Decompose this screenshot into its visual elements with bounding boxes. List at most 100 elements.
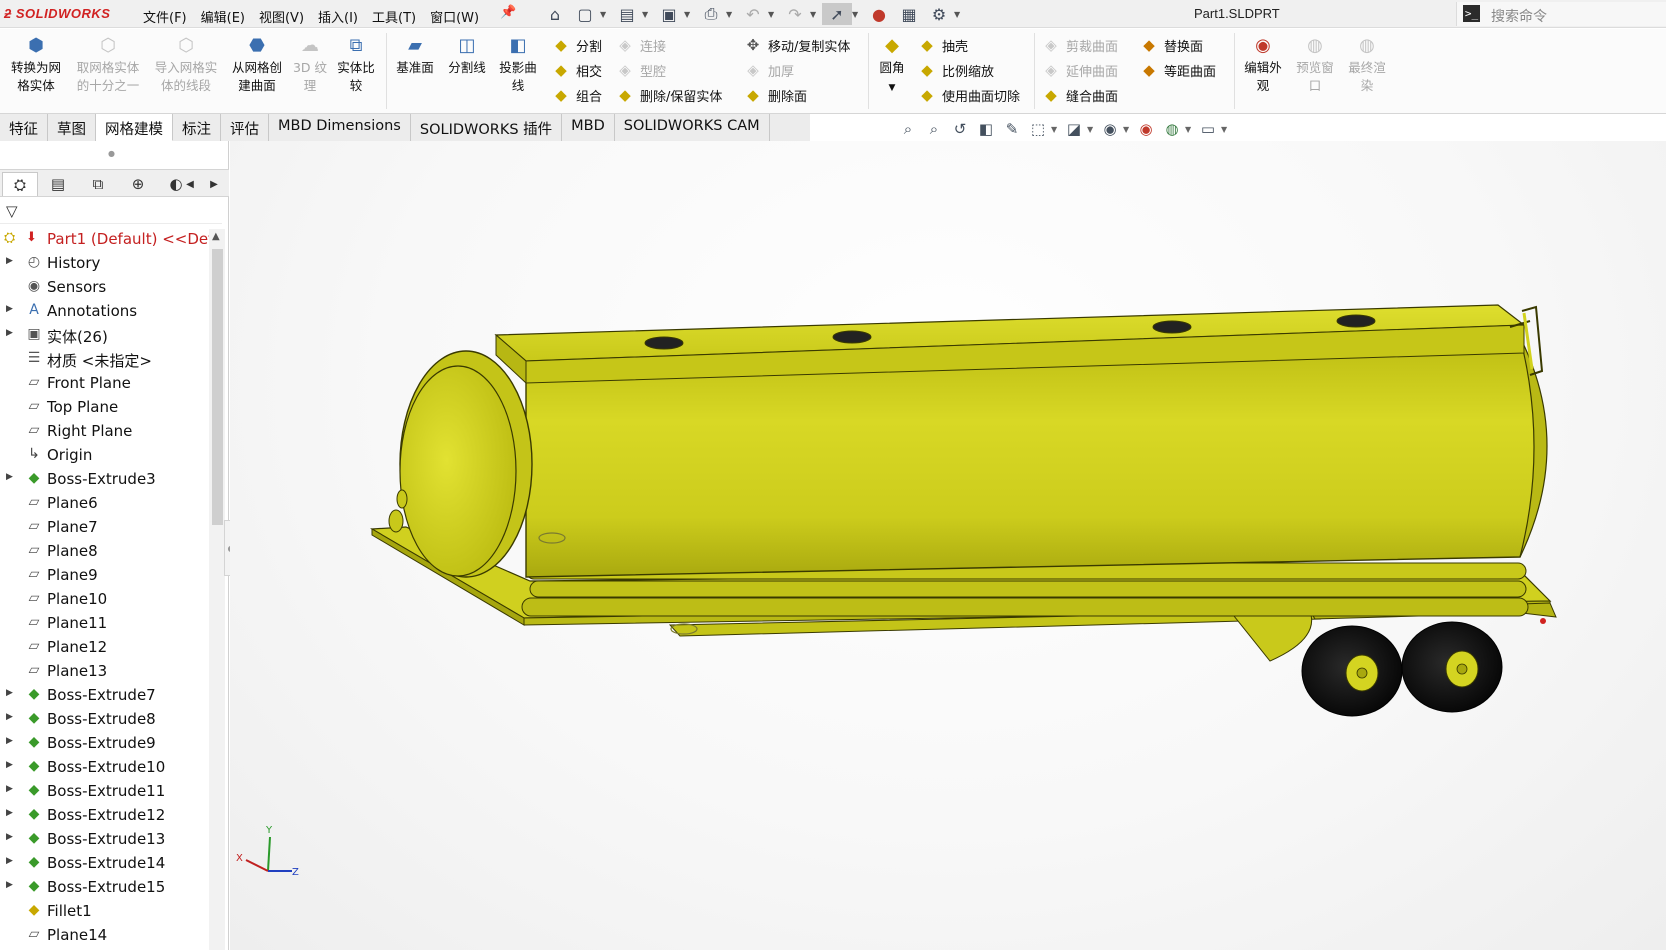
tree-item[interactable]: ◆ Fillet1 xyxy=(0,900,210,924)
display-style-dropdown-icon[interactable]: ▼ xyxy=(1087,118,1097,140)
extend-surface-button[interactable]: ◈ 延伸曲面 xyxy=(1040,59,1118,81)
decimate-mesh-body-button[interactable]: ⬡ 取网格实体 的十分之一 xyxy=(70,29,146,95)
tree-item[interactable]: ☰ 材质 <未指定> xyxy=(0,348,210,372)
select-cursor-icon[interactable]: ➚ xyxy=(822,3,852,25)
options-gear-icon[interactable]: ⚙ xyxy=(924,3,954,25)
open-folder-icon[interactable]: ▤ xyxy=(612,3,642,25)
apply-scene-icon[interactable]: ◍ xyxy=(1159,118,1185,140)
tab-sketch[interactable]: 草图 xyxy=(48,114,96,141)
expand-arrow-icon[interactable]: ▶ xyxy=(6,712,13,722)
new-document-icon[interactable]: ▢ xyxy=(570,3,600,25)
view-settings-dropdown-icon[interactable]: ▼ xyxy=(1221,118,1231,140)
property-manager-tab-icon[interactable]: ▤ xyxy=(40,172,76,196)
scroll-up-icon[interactable]: ▲ xyxy=(212,231,220,242)
replace-face-button[interactable]: ◆ 替换面 xyxy=(1138,34,1203,56)
graphics-viewport[interactable]: Y X Z xyxy=(230,141,1666,950)
home-icon[interactable]: ⌂ xyxy=(540,3,570,25)
expand-arrow-icon[interactable]: ▶ xyxy=(6,472,13,482)
tree-item[interactable]: ▱ Plane12 xyxy=(0,636,210,660)
final-render-button[interactable]: ◍ 最终渲染 xyxy=(1342,29,1392,95)
tree-item[interactable]: ▶ ◴ History xyxy=(0,252,210,276)
tree-item[interactable]: ▱ Plane14 xyxy=(0,924,210,948)
combine-button[interactable]: ◆ 组合 xyxy=(550,84,602,106)
previous-view-icon[interactable]: ↺ xyxy=(947,118,973,140)
tab-mbd-dimensions[interactable]: MBD Dimensions xyxy=(269,114,411,141)
expand-arrow-icon[interactable]: ▶ xyxy=(6,256,13,266)
view-orientation-dropdown-icon[interactable]: ▼ xyxy=(1051,118,1061,140)
tree-item[interactable]: ▱ Plane13 xyxy=(0,660,210,684)
hide-show-dropdown-icon[interactable]: ▼ xyxy=(1123,118,1133,140)
tree-item[interactable]: ◉ Sensors xyxy=(0,276,210,300)
expand-arrow-icon[interactable]: ▶ xyxy=(6,736,13,746)
file-properties-icon[interactable]: ▦ xyxy=(894,3,924,25)
dimxpert-manager-tab-icon[interactable]: ⊕ xyxy=(120,172,156,196)
tree-item[interactable]: ▱ Plane7 xyxy=(0,516,210,540)
tree-item[interactable]: ▶ ◆ Boss-Extrude12 xyxy=(0,804,210,828)
thicken-button[interactable]: ◈ 加厚 xyxy=(742,59,794,81)
feature-manager-tab-icon[interactable]: ⛭ xyxy=(2,172,38,196)
menu-window[interactable]: 窗口(W) xyxy=(425,0,488,28)
cavity-button[interactable]: ◈ 型腔 xyxy=(614,59,666,81)
view-settings-icon[interactable]: ▭ xyxy=(1195,118,1221,140)
split-button[interactable]: ◆ 分割 xyxy=(550,34,602,56)
tab-solidworks-addins[interactable]: SOLIDWORKS 插件 xyxy=(410,114,563,141)
shell-button[interactable]: ◆ 抽壳 xyxy=(916,34,968,56)
tree-item[interactable]: ▶ ◆ Boss-Extrude14 xyxy=(0,852,210,876)
save-dropdown-icon[interactable]: ▼ xyxy=(684,3,696,25)
menu-view[interactable]: 视图(V) xyxy=(254,0,313,28)
menu-tools[interactable]: 工具(T) xyxy=(367,0,425,28)
configuration-manager-tab-icon[interactable]: ⧉ xyxy=(80,172,116,196)
expand-arrow-icon[interactable]: ▶ xyxy=(6,784,13,794)
expand-arrow-icon[interactable]: ▶ xyxy=(6,880,13,890)
tree-item[interactable]: ▱ Plane9 xyxy=(0,564,210,588)
tree-item[interactable]: ▶ ◆ Boss-Extrude8 xyxy=(0,708,210,732)
tab-markup[interactable]: 标注 xyxy=(173,114,221,141)
tree-item[interactable]: ▶ ◆ Boss-Extrude11 xyxy=(0,780,210,804)
app-logo[interactable]: ƻ SOLIDWORKS xyxy=(4,6,110,21)
tab-scroll-right-icon[interactable]: ▶ xyxy=(204,172,224,196)
tree-item[interactable]: ▶ ◆ Boss-Extrude13 xyxy=(0,828,210,852)
expand-arrow-icon[interactable]: ▶ xyxy=(6,688,13,698)
preview-window-button[interactable]: ◍ 预览窗口 xyxy=(1290,29,1340,95)
scale-button[interactable]: ◆ 比例缩放 xyxy=(916,59,994,81)
zoom-to-fit-icon[interactable]: ⌕ xyxy=(895,118,921,140)
rebuild-traffic-light-icon[interactable]: ● xyxy=(864,3,894,25)
save-icon[interactable]: ▣ xyxy=(654,3,684,25)
fillet-dropdown-icon[interactable]: ▼ xyxy=(889,83,896,93)
edit-appearance-icon[interactable]: ◉ xyxy=(1133,118,1159,140)
scrollbar-thumb[interactable] xyxy=(212,249,223,525)
tree-item[interactable]: ▶ A Annotations xyxy=(0,300,210,324)
undo-icon[interactable]: ↶ xyxy=(738,3,768,25)
menu-edit[interactable]: 编辑(E) xyxy=(196,0,254,28)
search-placeholder[interactable]: 搜索命令 xyxy=(1491,6,1547,26)
apply-scene-dropdown-icon[interactable]: ▼ xyxy=(1185,118,1195,140)
offset-surface-button[interactable]: ◆ 等距曲面 xyxy=(1138,59,1216,81)
print-dropdown-icon[interactable]: ▼ xyxy=(726,3,738,25)
options-dropdown-icon[interactable]: ▼ xyxy=(954,3,966,25)
pin-icon[interactable]: 📌 xyxy=(500,5,516,20)
segment-imported-mesh-button[interactable]: ⬡ 导入网格实 体的线段 xyxy=(148,29,224,95)
tree-item[interactable]: ▱ Plane8 xyxy=(0,540,210,564)
tree-item[interactable]: ▱ Right Plane xyxy=(0,420,210,444)
tree-item[interactable]: ▶ ▣ 实体(26) xyxy=(0,324,210,348)
convert-to-mesh-body-button[interactable]: ⬢ 转换为网 格实体 xyxy=(4,29,68,95)
3d-texture-button[interactable]: ☁ 3D 纹理 xyxy=(290,29,330,95)
tab-scroll-left-icon[interactable]: ◀ xyxy=(180,172,200,196)
tab-mesh-modeling[interactable]: 网格建模 xyxy=(96,114,173,141)
menu-insert[interactable]: 插入(I) xyxy=(313,0,367,28)
knit-surface-button[interactable]: ◆ 缝合曲面 xyxy=(1040,84,1118,106)
projected-curve-button[interactable]: ◧ 投影曲线 xyxy=(494,29,542,95)
tab-evaluate[interactable]: 评估 xyxy=(221,114,269,141)
tanker-trailer-model[interactable]: Y X Z xyxy=(230,141,1666,950)
tree-scrollbar[interactable]: ▲ xyxy=(209,229,225,950)
tree-item[interactable]: ▶ ◆ Boss-Extrude7 xyxy=(0,684,210,708)
tree-item[interactable]: ▱ Plane6 xyxy=(0,492,210,516)
menu-file[interactable]: 文件(F) xyxy=(138,0,196,28)
body-compare-button[interactable]: ⧉ 实体比较 xyxy=(332,29,380,95)
tree-item[interactable]: ▱ Front Plane xyxy=(0,372,210,396)
redo-icon[interactable]: ↷ xyxy=(780,3,810,25)
filter-funnel-icon[interactable]: ▽ xyxy=(6,202,18,220)
move-copy-body-button[interactable]: ✥ 移动/复制实体 xyxy=(742,34,851,56)
expand-arrow-icon[interactable]: ▶ xyxy=(6,832,13,842)
reference-plane-button[interactable]: ▰ 基准面 xyxy=(390,29,440,77)
